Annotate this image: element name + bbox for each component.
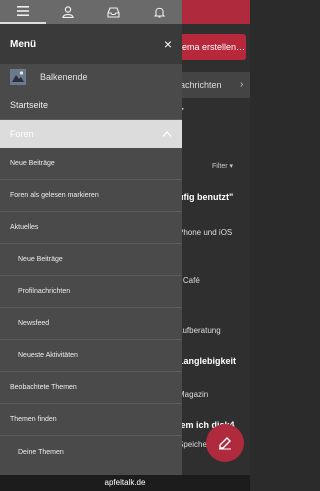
- create-thread-button[interactable]: ema erstellen…: [176, 34, 246, 60]
- nav-foren[interactable]: Foren: [0, 120, 182, 148]
- nav-label: Foren als gelesen markieren: [10, 192, 99, 199]
- nav-profilnachrichten[interactable]: Profilnachrichten: [0, 276, 182, 308]
- nachrichten-link[interactable]: achrichten: [176, 72, 250, 98]
- nav-neue-beitraege[interactable]: Neue Beiträge: [0, 148, 182, 180]
- nav-label: Neue Beiträge: [10, 160, 55, 167]
- close-icon[interactable]: ×: [164, 36, 172, 52]
- nav-aktuelles[interactable]: Aktuelles: [0, 212, 182, 244]
- nav-label: Foren: [10, 129, 34, 139]
- menu-tab[interactable]: [0, 0, 46, 24]
- nav-neueste-aktivitaeten[interactable]: Neueste Aktivitäten: [0, 340, 182, 372]
- account-tab[interactable]: [46, 0, 92, 24]
- nav-label: Profilnachrichten: [18, 288, 71, 295]
- drawer-header: Menü ×: [0, 24, 182, 64]
- user-profile-link[interactable]: Balkenende: [0, 64, 182, 90]
- footer-domain: apfeltalk.de: [0, 475, 250, 491]
- drawer-top-tabs: [0, 0, 182, 24]
- chevron-up-icon[interactable]: [162, 131, 172, 137]
- nav-foren-gelesen[interactable]: Foren als gelesen markieren: [0, 180, 182, 212]
- inbox-tab[interactable]: [91, 0, 137, 24]
- nav-label: Newsfeed: [18, 320, 50, 327]
- nav-label: Neueste Aktivitäten: [18, 352, 78, 359]
- thread-meta: aufberatung: [178, 326, 221, 335]
- nav-beobachtete-themen[interactable]: Beobachtete Themen: [0, 372, 182, 404]
- nav-startseite[interactable]: Startseite: [0, 90, 182, 120]
- thread-meta: Magazin: [178, 390, 209, 399]
- thread-meta: Phone und iOS: [178, 228, 233, 237]
- thread-title[interactable]: Langlebigkeit: [178, 356, 236, 366]
- nav-deine-themen[interactable]: Deine Themen: [0, 436, 182, 468]
- bell-icon: [153, 7, 165, 18]
- edit-icon: [219, 437, 231, 450]
- nav-newsfeed[interactable]: Newsfeed: [0, 308, 182, 340]
- thread-meta: Speiche: [178, 440, 207, 449]
- nav-aktuelles-neue-beitraege[interactable]: Neue Beiträge: [0, 244, 182, 276]
- nav-label: Deine Themen: [18, 448, 64, 456]
- nav-label: Neue Beiträge: [18, 256, 63, 263]
- filter-button[interactable]: Filter ▾: [212, 162, 233, 170]
- thread-title[interactable]: ufig benutzt": [178, 192, 233, 202]
- compose-button[interactable]: [206, 424, 244, 462]
- drawer-title: Menü: [10, 38, 37, 50]
- nav-themen-finden[interactable]: Themen finden: [0, 404, 182, 436]
- menu-drawer: Menü × Balkenende Startseite Foren Neue …: [0, 0, 182, 475]
- user-icon: [62, 6, 74, 18]
- nav-label: Themen finden: [10, 416, 57, 423]
- inbox-icon: [107, 6, 120, 18]
- nav-label: Aktuelles: [10, 224, 39, 231]
- alerts-tab[interactable]: [137, 0, 183, 24]
- user-name: Balkenende: [40, 72, 88, 82]
- nav-label: Startseite: [10, 99, 49, 110]
- nav-label: Beobachtete Themen: [10, 384, 77, 391]
- avatar: [10, 69, 26, 85]
- hamburger-icon: [16, 6, 29, 16]
- chevron-right-icon: ›: [240, 79, 244, 90]
